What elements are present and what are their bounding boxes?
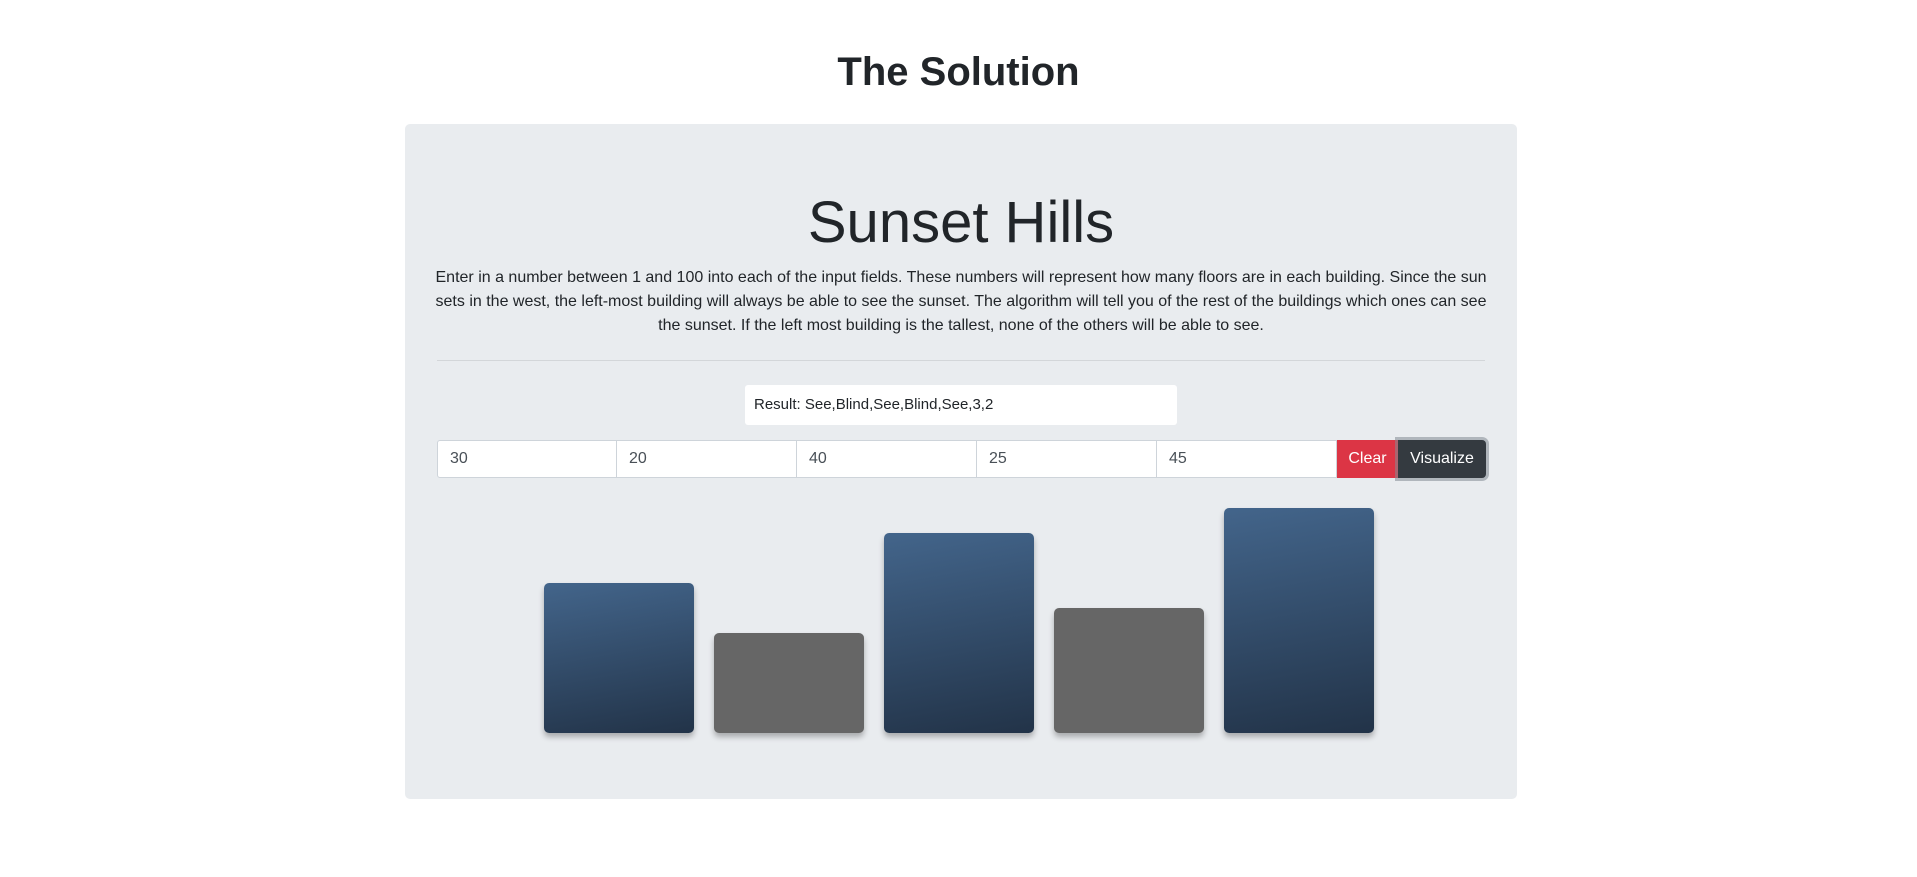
building-5-input[interactable] xyxy=(1157,440,1337,478)
building-4-blind xyxy=(1054,608,1204,733)
panel-description: Enter in a number between 1 and 100 into… xyxy=(435,269,1487,334)
building-2-input[interactable] xyxy=(617,440,797,478)
building-3-input[interactable] xyxy=(797,440,977,478)
panel-title: Sunset Hills xyxy=(807,190,1115,255)
sunset-hills-panel: Sunset Hills Enter in a number between 1… xyxy=(405,124,1517,799)
divider xyxy=(437,360,1485,361)
result-display: Result: See,Blind,See,Blind,See,3,2 xyxy=(745,385,1177,425)
building-5-see xyxy=(1224,508,1374,733)
building-input-group: Clear Visualize xyxy=(437,440,1486,478)
page-heading: The Solution xyxy=(837,50,1080,94)
building-1-input[interactable] xyxy=(437,440,617,478)
building-2-blind xyxy=(714,633,864,733)
building-3-see xyxy=(884,533,1034,733)
visualize-button[interactable]: Visualize xyxy=(1398,440,1486,478)
building-1-see xyxy=(544,583,694,733)
clear-button[interactable]: Clear xyxy=(1337,440,1398,478)
building-4-input[interactable] xyxy=(977,440,1157,478)
